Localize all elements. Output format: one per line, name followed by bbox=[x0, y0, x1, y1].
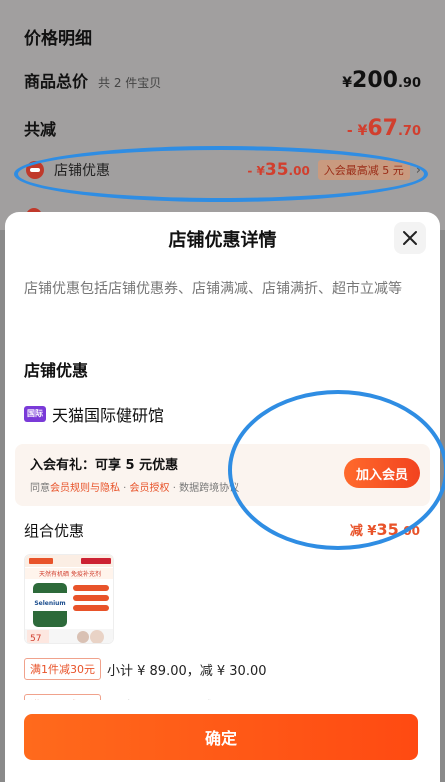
store-discount-label: 店铺优惠 bbox=[54, 163, 110, 179]
close-icon bbox=[403, 231, 417, 245]
store-header: 国际 天猫国际健研馆 bbox=[24, 402, 164, 426]
membership-card: 入会有礼：可享 5 元优惠 同意会员规则与隐私 · 会员授权 · 数据跨境协议 … bbox=[15, 444, 430, 506]
svg-text:Selenium: Selenium bbox=[34, 600, 65, 607]
price-section-title: 价格明细 bbox=[24, 29, 92, 49]
join-membership-button[interactable]: 加入会员 bbox=[344, 458, 420, 488]
tmall-global-badge-icon: 国际 bbox=[24, 406, 46, 422]
total-amount: ¥200.90 bbox=[342, 68, 421, 93]
discount-row: 共减 - ¥67.70 bbox=[24, 116, 421, 141]
combo-rule-row: 满1件减30元 小计 ¥ 89.00，减 ¥ 30.00 bbox=[24, 658, 267, 680]
store-name: 天猫国际健研馆 bbox=[52, 406, 165, 425]
rule-tag: 满1件减30元 bbox=[24, 658, 101, 680]
combo-discount-title: 组合优惠 bbox=[24, 522, 85, 540]
discount-amount: - ¥67.70 bbox=[346, 116, 421, 141]
data-crossborder-link[interactable]: 数据跨境协议 bbox=[179, 483, 239, 494]
chevron-right-icon: › bbox=[415, 162, 421, 178]
membership-promo-tag: 入会最高减 5 元 bbox=[317, 160, 410, 180]
store-discount-amount: - ¥35.00 bbox=[247, 160, 310, 180]
combo-discount-amount: 减 ¥35.00 bbox=[349, 520, 420, 539]
svg-text:57: 57 bbox=[30, 634, 41, 644]
rule-subtotal: 小计 ¥ 89.00，减 ¥ 30.00 bbox=[107, 663, 267, 679]
member-rules-link[interactable]: 会员规则与隐私 bbox=[50, 483, 120, 494]
product-thumbnail[interactable]: 天然有机硒 免疫补充剂 Selenium 57 bbox=[24, 554, 114, 644]
membership-title: 入会有礼：可享 5 元优惠 bbox=[30, 458, 179, 473]
order-price-detail-background: 价格明细 商品总价 共 2 件宝贝 ¥200.90 共减 - ¥67.70 店铺… bbox=[0, 0, 445, 230]
confirm-button[interactable]: 确定 bbox=[24, 714, 418, 760]
store-discount-sheet: 店铺优惠详情 店铺优惠包括店铺优惠券、店铺满减、店铺满折、超市立减等 店铺优惠 … bbox=[5, 212, 440, 782]
close-button[interactable] bbox=[394, 222, 426, 254]
sheet-title: 店铺优惠详情 bbox=[168, 230, 277, 251]
product-image: 天然有机硒 免疫补充剂 Selenium 57 bbox=[25, 555, 113, 644]
store-coupon-icon bbox=[26, 161, 44, 179]
discount-label: 共减 bbox=[24, 120, 57, 139]
total-item-count: 共 2 件宝贝 bbox=[98, 76, 162, 90]
discount-description: 店铺优惠包括店铺优惠券、店铺满减、店铺满折、超市立减等 bbox=[24, 281, 402, 297]
member-auth-link[interactable]: 会员授权 bbox=[130, 483, 170, 494]
store-discount-row[interactable]: 店铺优惠 - ¥35.00 入会最高减 5 元 › bbox=[24, 160, 421, 180]
svg-text:天然有机硒 免疫补充剂: 天然有机硒 免疫补充剂 bbox=[39, 570, 101, 578]
total-row: 商品总价 共 2 件宝贝 ¥200.90 bbox=[24, 68, 421, 93]
total-label: 商品总价 bbox=[24, 72, 89, 91]
section-title: 店铺优惠 bbox=[24, 361, 89, 380]
membership-agreement: 同意会员规则与隐私 · 会员授权 · 数据跨境协议 bbox=[30, 483, 240, 494]
